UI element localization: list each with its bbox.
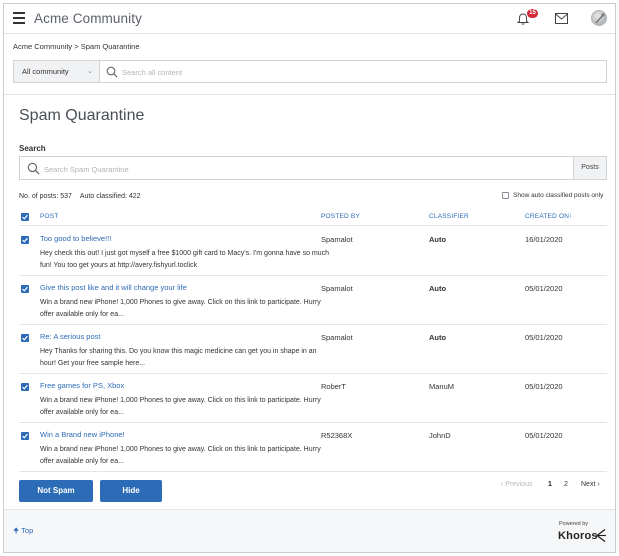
classifier: Auto [429, 284, 447, 293]
row-checkbox[interactable] [21, 334, 29, 342]
auto-classified-count: Auto classified: 422 [79, 193, 141, 200]
posted-by: RoberT [321, 382, 347, 391]
khoros-logo-icon [595, 528, 606, 543]
breadcrumb[interactable]: Acme Community > Spam Quarantine [13, 42, 140, 51]
page-footer: 🠉 Top Powered by Khoros [4, 509, 615, 552]
classifier: ManuM [429, 382, 455, 391]
show-auto-classified-toggle[interactable]: Show auto classified posts only [502, 192, 603, 199]
post-title-link[interactable]: Free games for PS, Xbox [40, 381, 124, 390]
community-scope-value: All community [22, 67, 69, 76]
post-excerpt: Hey check this out! I just got myself a … [40, 250, 330, 269]
posted-by: R52368X [321, 431, 353, 440]
column-header-post[interactable]: POST [40, 213, 59, 220]
hide-button[interactable]: Hide [100, 480, 162, 502]
back-to-top-link[interactable]: 🠉 Top [13, 525, 33, 538]
created-on: 16/01/2020 [525, 235, 563, 244]
row-checkbox[interactable] [21, 383, 29, 391]
column-header-created-on[interactable]: CREATED ON [525, 213, 569, 220]
table-row: Too good to believe!!! Hey check this ou… [19, 227, 607, 276]
back-to-top-label: Top [21, 526, 34, 535]
mail-icon[interactable] [555, 13, 568, 24]
pagination-page-2[interactable]: 2 [564, 481, 568, 488]
app-window: Acme Community 15 Acme Community > Spam … [3, 3, 616, 553]
post-excerpt: Win a brand new iPhone! 1,000 Phones to … [40, 446, 321, 465]
community-scope-select[interactable]: All community ⌄ [13, 60, 99, 83]
search-scope-posts-button[interactable]: Posts [573, 156, 607, 180]
post-title-link[interactable]: Re: A serious post [40, 332, 100, 341]
posted-by: Spamalot [321, 284, 353, 293]
search-icon [106, 66, 118, 78]
post-excerpt: Win a brand new iPhone! 1,000 Phones to … [40, 397, 321, 416]
created-on: 05/01/2020 [525, 333, 563, 342]
created-on: 05/01/2020 [525, 431, 563, 440]
posted-by: Spamalot [321, 235, 353, 244]
classifier: JohnD [429, 431, 451, 440]
menu-icon[interactable] [13, 12, 25, 24]
post-excerpt: Win a brand new iPhone! 1,000 Phones to … [40, 299, 321, 318]
community-search-input[interactable] [122, 64, 592, 80]
not-spam-button[interactable]: Not Spam [19, 480, 93, 502]
row-checkbox[interactable] [21, 432, 29, 440]
post-stats: No. of posts: 537 Auto classified: 422 [19, 193, 141, 200]
vendor-logo-text: Khoros [558, 530, 598, 542]
created-on: 05/01/2020 [525, 284, 563, 293]
quarantine-search-input[interactable] [44, 161, 564, 177]
page-title: Spam Quarantine [19, 107, 145, 124]
pagination-page-1[interactable]: 1 [548, 481, 552, 488]
table-header: POST POSTED BY CLASSIFIER CREATED ON ↓ [19, 208, 607, 226]
posted-by: Spamalot [321, 333, 353, 342]
row-checkbox[interactable] [21, 285, 29, 293]
post-title-link[interactable]: Too good to believe!!! [40, 234, 111, 243]
arrow-up-icon: 🠉 [13, 526, 20, 535]
table-row: Re: A serious post Hey Thanks for sharin… [19, 325, 607, 374]
powered-by-label: Powered by [559, 521, 589, 527]
brand-title[interactable]: Acme Community [34, 11, 142, 26]
table-row: Give this post like and it will change y… [19, 276, 607, 325]
column-header-classifier[interactable]: CLASSIFIER [429, 213, 469, 220]
posts-count: No. of posts: 537 [19, 193, 72, 200]
section-divider [4, 94, 615, 95]
search-label: Search [19, 144, 46, 153]
created-on: 05/01/2020 [525, 382, 563, 391]
quarantine-search-field[interactable] [19, 156, 574, 180]
pagination-next[interactable]: Next › [581, 481, 600, 488]
checkbox-unchecked[interactable] [502, 192, 509, 199]
classifier: Auto [429, 235, 447, 244]
column-header-posted-by[interactable]: POSTED BY [321, 213, 360, 220]
avatar[interactable] [591, 10, 607, 26]
pagination-previous[interactable]: ‹ Previous [501, 481, 533, 488]
post-excerpt: Hey Thanks for sharing this. Do you know… [40, 348, 317, 367]
post-title-link[interactable]: Give this post like and it will change y… [40, 283, 187, 292]
select-all-checkbox[interactable] [21, 213, 29, 221]
post-title-link[interactable]: Win a Brand new iPhone! [40, 430, 125, 439]
show-auto-classified-label: Show auto classified posts only [513, 192, 604, 199]
classifier: Auto [429, 333, 447, 342]
notification-count-badge: 15 [527, 9, 538, 18]
search-icon [27, 162, 40, 175]
table-row: Win a Brand new iPhone! Win a brand new … [19, 423, 607, 472]
table-row: Free games for PS, Xbox Win a brand new … [19, 374, 607, 423]
top-navigation-bar: Acme Community 15 [4, 4, 615, 34]
community-search-field[interactable] [99, 60, 607, 83]
chevron-down-icon: ⌄ [87, 68, 93, 75]
row-checkbox[interactable] [21, 236, 29, 244]
sort-descending-icon[interactable]: ↓ [569, 213, 572, 219]
